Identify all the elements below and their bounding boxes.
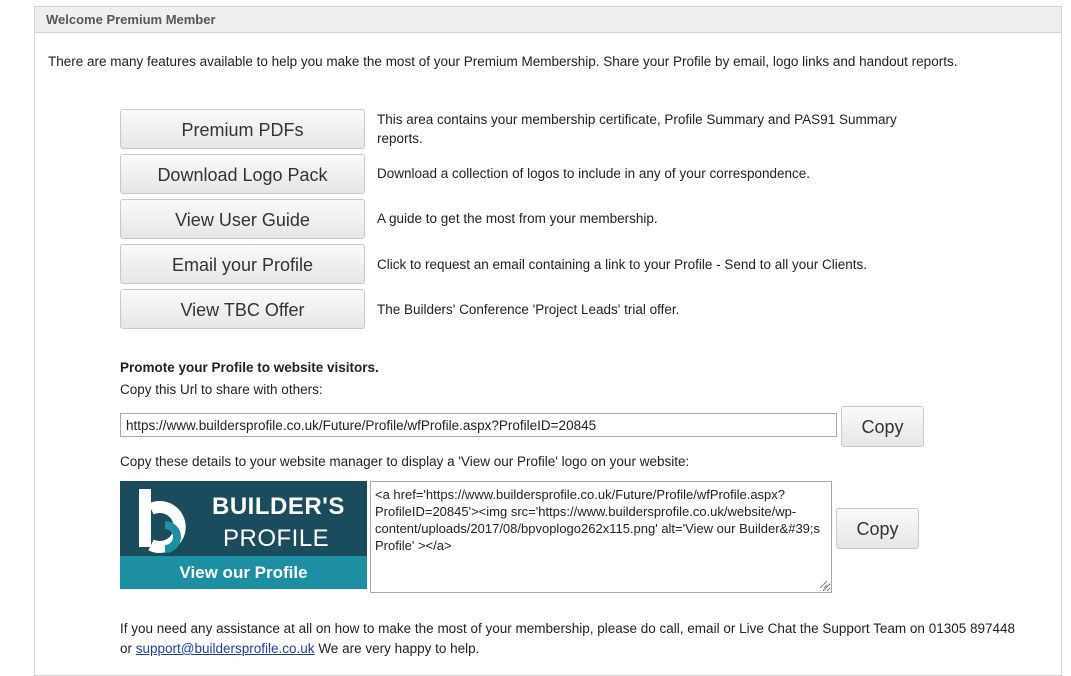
view-user-guide-button[interactable]: View User Guide [120,199,365,239]
logo-subtitle: PROFILE [223,525,330,552]
copy-code-button[interactable]: Copy [836,508,919,549]
view-tbc-offer-button[interactable]: View TBC Offer [120,289,365,329]
premium-pdfs-description: This area contains your membership certi… [377,112,897,146]
download-logo-pack-description: Download a collection of logos to includ… [377,166,811,181]
intro-text: There are many features available to hel… [48,54,958,69]
support-email-link[interactable]: support@buildersprofile.co.uk [136,641,315,656]
logo-title: BUILDER'S [212,493,345,520]
profile-url-field[interactable] [120,413,837,437]
logo-label: Copy these details to your website manag… [120,454,690,469]
welcome-panel: Welcome Premium Member There are many fe… [34,6,1062,676]
logo-code-textarea[interactable]: <a href='https://www.buildersprofile.co.… [370,481,832,593]
url-label: Copy this Url to share with others: [120,382,323,397]
resize-grip-icon[interactable] [818,579,828,589]
panel-header: Welcome Premium Member [35,7,1061,33]
help-text-after: We are very happy to help. [314,641,480,656]
help-text: If you need any assistance at all on how… [120,619,1020,659]
logo-band-text: View our Profile [120,556,367,589]
email-profile-button[interactable]: Email your Profile [120,244,365,284]
bp-logo-icon [139,489,186,553]
view-user-guide-description: A guide to get the most from your member… [377,211,658,226]
copy-url-button[interactable]: Copy [841,406,924,447]
download-logo-pack-button[interactable]: Download Logo Pack [120,154,365,194]
premium-pdfs-button[interactable]: Premium PDFs [120,109,365,149]
builders-profile-logo: BUILDER'S PROFILE View our Profile [120,481,367,589]
promote-title: Promote your Profile to website visitors… [120,360,379,375]
view-tbc-offer-description: The Builders' Conference 'Project Leads'… [377,302,680,317]
email-profile-description: Click to request an email containing a l… [377,257,867,272]
